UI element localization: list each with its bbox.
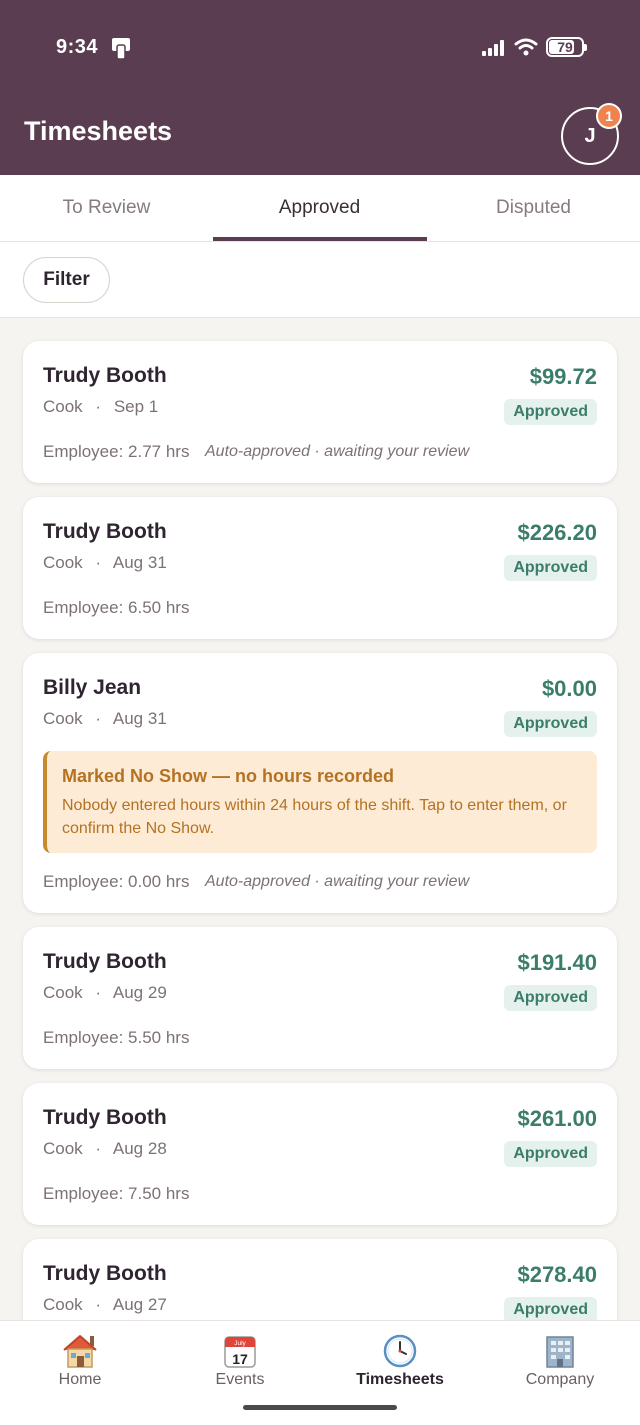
review-note: Auto-approved · awaiting your review [205, 443, 470, 460]
timesheet-amount: $191.40 [517, 950, 597, 975]
home-icon [63, 1335, 97, 1368]
calendar-icon: July 17 [224, 1336, 256, 1368]
status-badge: Approved [504, 985, 597, 1011]
status-bar: 9:34 79 [0, 0, 640, 95]
separator: · [95, 1139, 102, 1158]
nav-home-label: Home [58, 1371, 102, 1388]
shift-info: Cook · Aug 29 [43, 983, 167, 1003]
employee-name: Trudy Booth [43, 1106, 167, 1129]
employee-hours: Employee: 5.50 hrs [43, 1028, 190, 1047]
employee-hours: Employee: 0.00 hrs [43, 872, 190, 891]
nav-company-label: Company [525, 1371, 595, 1388]
calendar-month: July [234, 1340, 246, 1347]
timesheet-card[interactable]: Trudy Booth Cook · Aug 28 $261.00 Approv… [23, 1083, 617, 1225]
no-show-title: Marked No Show — no hours recorded [62, 766, 395, 786]
notification-badge: 1 [596, 103, 622, 129]
separator: · [95, 1295, 102, 1314]
tab-approved[interactable]: Approved [213, 175, 426, 241]
shift-role: Cook [43, 553, 83, 572]
timesheet-tabs: To Review Approved Disputed [0, 175, 640, 242]
no-show-message: Nobody entered hours within 24 hours of … [62, 797, 567, 837]
no-show-alert[interactable]: Marked No Show — no hours recorded Nobod… [43, 751, 597, 853]
employee-hours: Employee: 2.77 hrs [43, 442, 190, 461]
shift-info: Cook · Aug 28 [43, 1139, 167, 1159]
employee-hours: Employee: 6.50 hrs [43, 598, 190, 617]
separator: · [95, 983, 102, 1002]
employee-name: Trudy Booth [43, 950, 167, 973]
nav-events[interactable]: July 17 Events [160, 1321, 320, 1401]
employee-name: Trudy Booth [43, 1262, 167, 1285]
employee-hours: Employee: 7.50 hrs [43, 1184, 190, 1203]
calendar-day: 17 [232, 1351, 248, 1367]
status-time: 9:34 [56, 36, 99, 58]
filter-button[interactable]: Filter [23, 257, 110, 303]
battery-icon: 79 [546, 37, 587, 57]
status-badge: Approved [504, 1141, 597, 1167]
employee-name: Trudy Booth [43, 520, 167, 543]
active-tab-indicator [213, 237, 427, 241]
timesheet-amount: $278.40 [517, 1262, 597, 1287]
timesheet-amount: $261.00 [517, 1106, 597, 1131]
shift-role: Cook [43, 1295, 83, 1314]
review-note: Auto-approved · awaiting your review [205, 873, 470, 890]
status-badge: Approved [504, 555, 597, 581]
shift-info: Cook · Aug 27 [43, 1295, 167, 1315]
status-badge: Approved [504, 711, 597, 737]
shift-date: Aug 29 [112, 983, 167, 1002]
nav-timesheets-label: Timesheets [356, 1371, 444, 1388]
timesheet-card[interactable]: Trudy Booth Cook · Aug 29 $191.40 Approv… [23, 927, 617, 1069]
nav-home[interactable]: Home [0, 1321, 160, 1401]
shift-role: Cook [43, 983, 83, 1002]
phone-icon [112, 38, 130, 59]
shift-date: Sep 1 [113, 397, 159, 416]
nav-company[interactable]: Company [480, 1321, 640, 1401]
separator: · [95, 397, 102, 416]
nav-timesheets[interactable]: Timesheets [320, 1321, 480, 1401]
timesheet-amount: $99.72 [529, 364, 597, 389]
timesheet-card[interactable]: Trudy Booth Cook · Sep 1 $99.72 Approved… [23, 341, 617, 483]
employee-name: Trudy Booth [43, 364, 167, 387]
timesheet-amount: $226.20 [517, 520, 597, 545]
shift-role: Cook [43, 397, 83, 416]
tab-to-review[interactable]: To Review [0, 175, 213, 241]
employee-name: Billy Jean [43, 676, 142, 699]
shift-date: Aug 27 [112, 1295, 167, 1314]
clock-icon [383, 1334, 417, 1368]
app-header: 9:34 79 Timesheets J 1 [0, 0, 640, 175]
battery-percent: 79 [557, 39, 573, 55]
shift-info: Cook · Aug 31 [43, 553, 167, 573]
home-indicator[interactable] [243, 1405, 397, 1410]
signal-icon [482, 40, 504, 56]
wifi-icon [514, 38, 538, 56]
shift-date: Aug 31 [112, 709, 167, 728]
separator: · [95, 709, 102, 728]
tab-disputed[interactable]: Disputed [427, 175, 640, 241]
filter-bar: Filter [0, 242, 640, 318]
shift-info: Cook · Aug 31 [43, 709, 167, 729]
timesheet-card[interactable]: Billy Jean Cook · Aug 31 $0.00 Approved … [23, 653, 617, 913]
status-badge: Approved [504, 399, 597, 425]
nav-events-label: Events [215, 1371, 265, 1388]
shift-role: Cook [43, 1139, 83, 1158]
avatar-initial: J [584, 124, 596, 147]
shift-date: Aug 31 [112, 553, 167, 572]
shift-info: Cook · Sep 1 [43, 397, 158, 417]
shift-date: Aug 28 [112, 1139, 167, 1158]
separator: · [95, 553, 102, 572]
timesheet-amount: $0.00 [541, 676, 597, 701]
shift-role: Cook [43, 709, 83, 728]
page-title: Timesheets [24, 116, 173, 146]
building-icon [546, 1336, 574, 1368]
timesheet-card[interactable]: Trudy Booth Cook · Aug 31 $226.20 Approv… [23, 497, 617, 639]
